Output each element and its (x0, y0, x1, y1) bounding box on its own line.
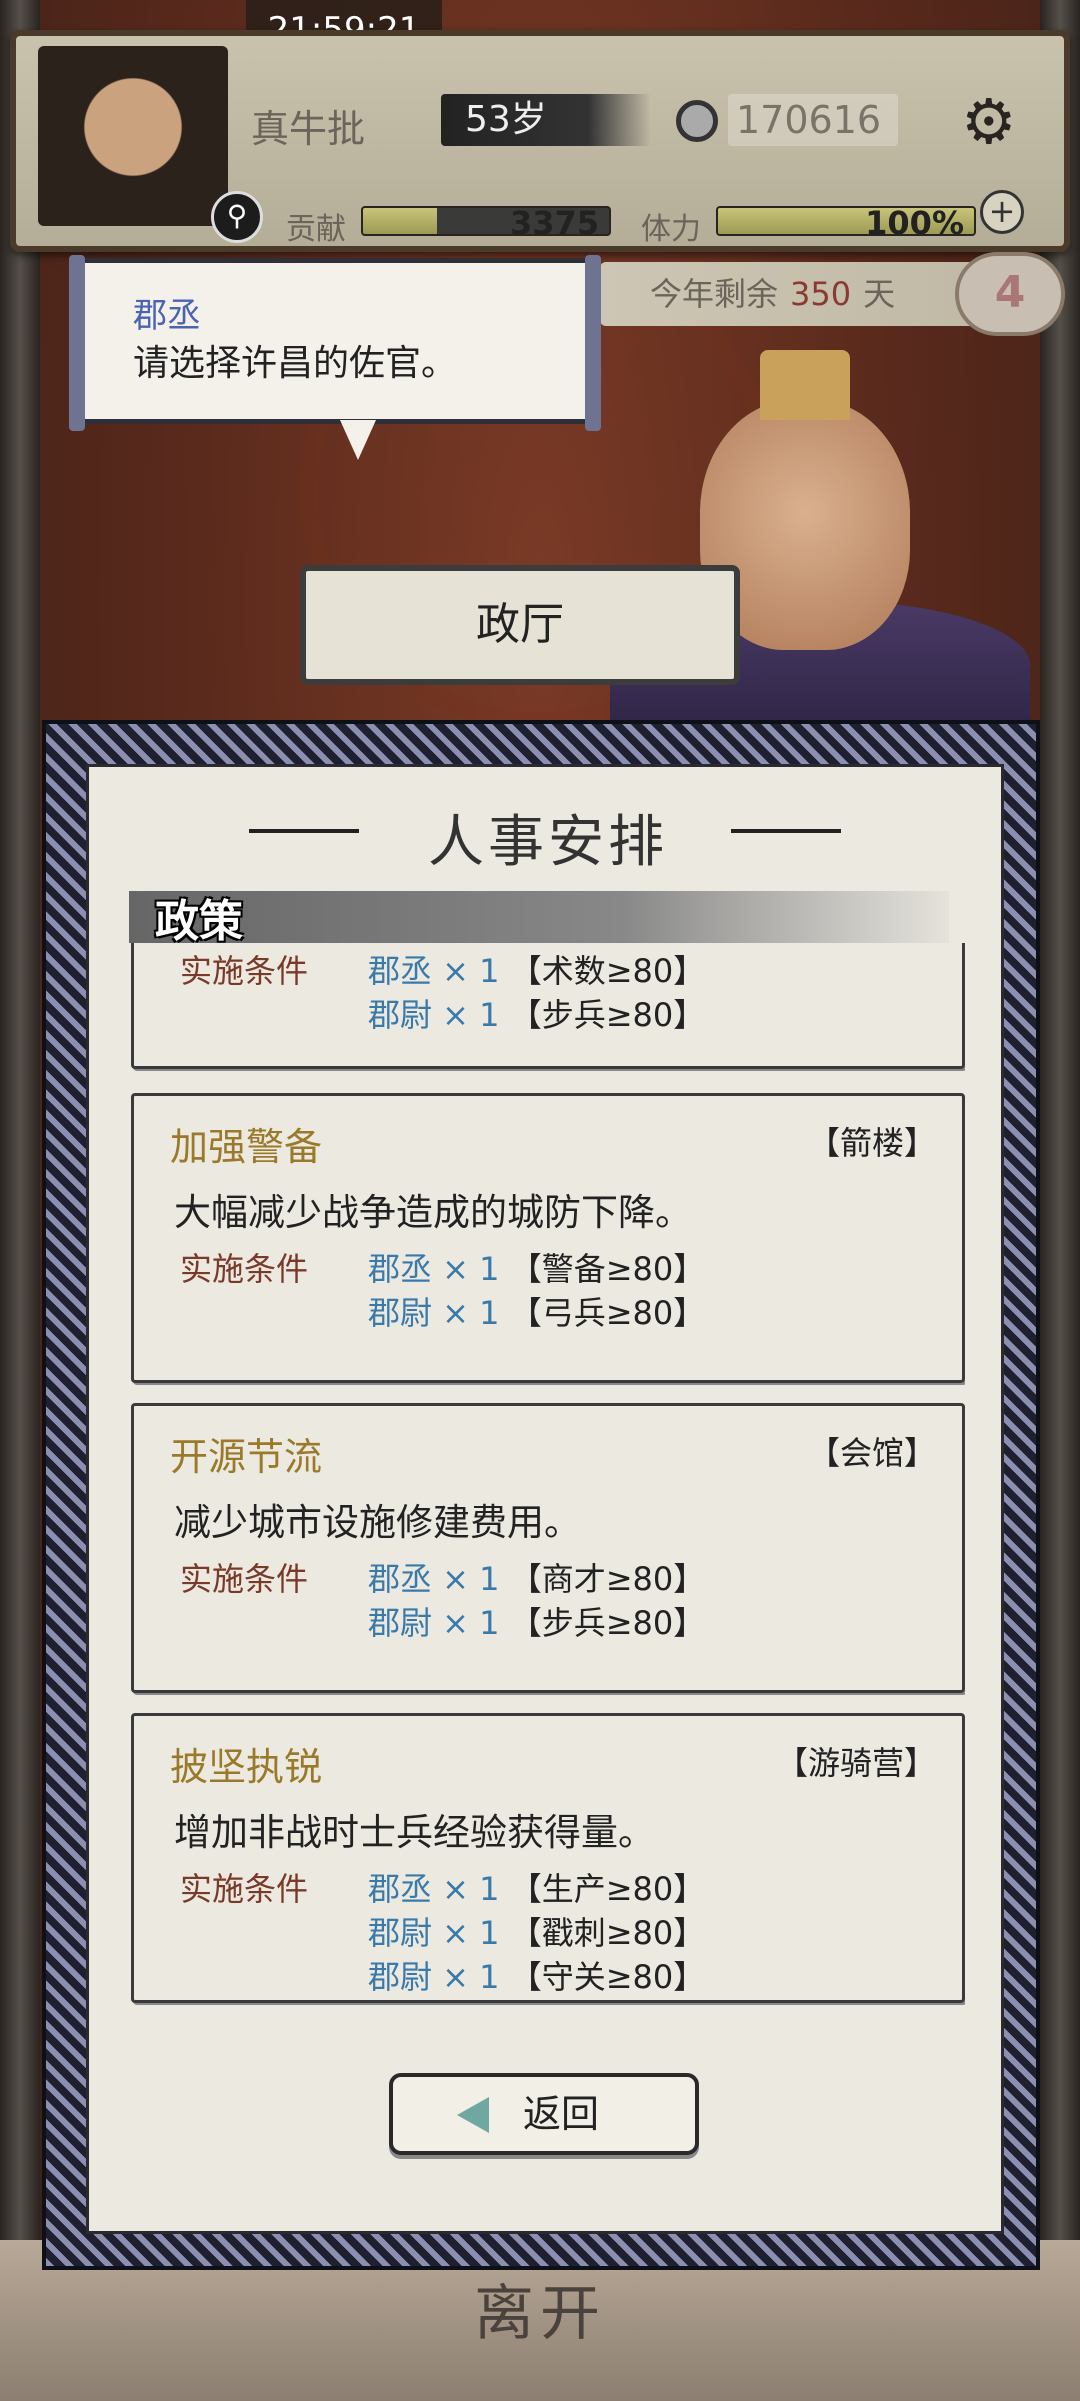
requirement-label: 实施条件 (180, 952, 309, 990)
contribution-bar: 3375 (361, 206, 611, 236)
requirement-label: 实施条件 (180, 1870, 309, 1908)
dialog-title: 人事安排 (428, 810, 668, 875)
policy-card[interactable]: 开源节流 【会馆】 减少城市设施修建费用。 实施条件 郡丞 × 1 【商才≥80… (131, 1403, 965, 1693)
speaker-name: 郡丞 (133, 296, 201, 336)
search-icon[interactable]: ⚲ (211, 191, 263, 243)
stamina-bar: 100% (716, 206, 976, 236)
stamina-label: 体力 (641, 212, 701, 247)
speech-bubble: 郡丞 请选择许昌的佐官。 (69, 255, 601, 431)
policy-description: 减少城市设施修建费用。 (174, 1501, 581, 1544)
requirement-row: 郡丞 × 1 【生产≥80】 (368, 1870, 706, 1908)
policy-card[interactable]: 披坚执锐 【游骑营】 增加非战时士兵经验获得量。 实施条件 郡丞 × 1 【生产… (131, 1713, 965, 2003)
contribution-label: 贡献 (286, 212, 346, 247)
leave-button[interactable]: 离开 (0, 2265, 1080, 2352)
left-pillar (0, 0, 40, 2401)
section-title: 政策 (155, 896, 243, 947)
season-badge[interactable]: 4 (955, 252, 1065, 336)
requirement-row: 郡丞 × 1 【商才≥80】 (368, 1560, 706, 1598)
requirement-label: 实施条件 (180, 1250, 309, 1288)
policy-description: 增加非战时士兵经验获得量。 (174, 1811, 655, 1854)
contribution-fill (363, 208, 437, 234)
hall-plaque: 政厅 (300, 565, 740, 685)
requirement-row: 郡尉 × 1 【戳刺≥80】 (368, 1914, 706, 1952)
coin-icon (676, 100, 718, 142)
policy-building: 【箭楼】 (807, 1124, 936, 1162)
back-button[interactable]: 返回 (389, 2073, 699, 2155)
add-stamina-button[interactable]: + (980, 190, 1024, 234)
player-avatar[interactable] (38, 46, 228, 226)
policy-card[interactable]: 加强警备 【箭楼】 大幅减少战争造成的城防下降。 实施条件 郡丞 × 1 【警备… (131, 1093, 965, 1383)
policy-list[interactable]: 实施条件 郡丞 × 1 【术数≥80】 郡尉 × 1 【步兵≥80】 加强警备 … (131, 943, 965, 2023)
back-arrow-icon (457, 2097, 489, 2133)
requirement-label: 实施条件 (180, 1560, 309, 1598)
contribution-value: 3375 (509, 206, 599, 236)
gear-icon[interactable]: ⚙ (961, 91, 1017, 153)
requirement-row: 郡尉 × 1 【守关≥80】 (368, 1958, 706, 1996)
days-prefix: 今年剩余 (650, 275, 779, 313)
policy-name: 加强警备 (170, 1125, 323, 1169)
official-hat (760, 350, 850, 420)
dialog-body: 人事安排 政策 实施条件 郡丞 × 1 【术数≥80】 郡尉 × 1 【步兵≥8… (86, 764, 1004, 2234)
player-name: 真牛批 (251, 107, 366, 151)
requirement-row: 郡丞 × 1 【警备≥80】 (368, 1250, 706, 1288)
section-header: 政策 (129, 891, 949, 947)
requirement-row: 郡尉 × 1 【弓兵≥80】 (368, 1294, 706, 1332)
player-info-panel: ⚲ 真牛批 53岁 170616 ⚙ 贡献 3375 体力 100% (10, 30, 1070, 252)
policy-name: 披坚执锐 (170, 1745, 323, 1789)
policy-building: 【游骑营】 (775, 1744, 936, 1782)
policy-name: 开源节流 (170, 1435, 323, 1479)
policy-card[interactable]: 实施条件 郡丞 × 1 【术数≥80】 郡尉 × 1 【步兵≥80】 (131, 943, 965, 1069)
back-label: 返回 (523, 2092, 600, 2136)
player-money: 170616 (728, 94, 898, 146)
right-pillar (1040, 0, 1080, 2401)
days-suffix: 天 (863, 275, 896, 313)
speech-text: 请选择许昌的佐官。 (133, 343, 458, 384)
speech-tail (340, 420, 376, 460)
requirement-row: 郡尉 × 1 【步兵≥80】 (368, 1604, 706, 1642)
player-age: 53岁 (441, 94, 651, 146)
stamina-value: 100% (865, 206, 964, 236)
requirement-row: 郡尉 × 1 【步兵≥80】 (368, 996, 706, 1034)
policy-building: 【会馆】 (807, 1434, 936, 1472)
days-count: 350 (790, 275, 852, 313)
policy-description: 大幅减少战争造成的城防下降。 (174, 1191, 692, 1234)
requirement-row: 郡丞 × 1 【术数≥80】 (368, 952, 706, 990)
personnel-dialog: 人事安排 政策 实施条件 郡丞 × 1 【术数≥80】 郡尉 × 1 【步兵≥8… (42, 720, 1040, 2270)
